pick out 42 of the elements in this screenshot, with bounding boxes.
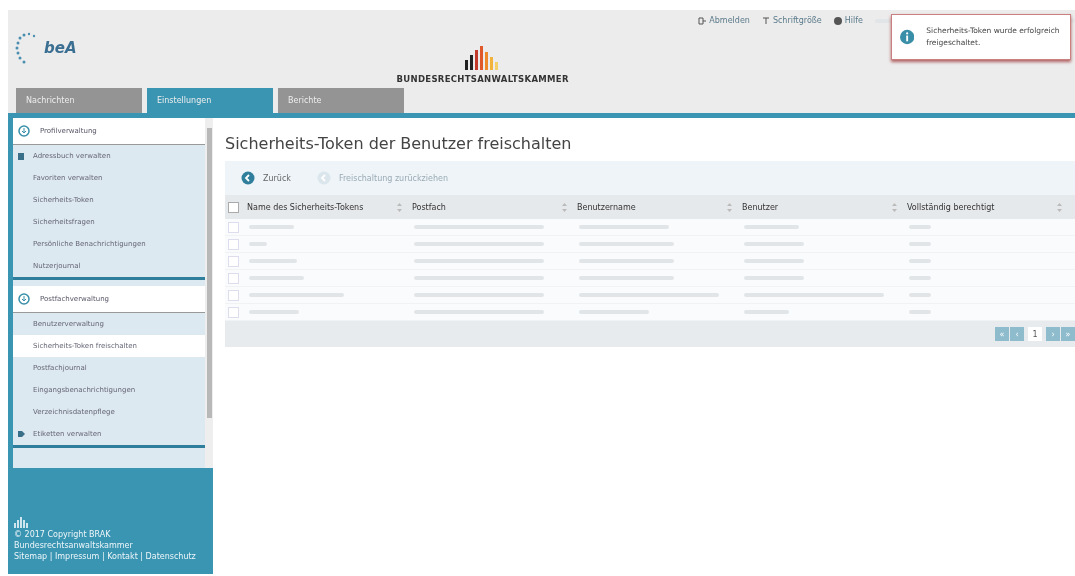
header-link[interactable]: Abmelden [698, 16, 750, 25]
exit-icon [698, 16, 707, 25]
book-icon [18, 152, 24, 160]
bea-logo: beA [8, 10, 77, 68]
footer-text: © 2017 Copyright BRAK [14, 530, 112, 539]
back-icon [316, 171, 331, 185]
scrollbar[interactable] [205, 118, 213, 468]
column-header[interactable]: Name des Sicherheits-Tokens [245, 202, 410, 212]
page-title: Sicherheits-Token der Benutzer freischalten [225, 134, 573, 153]
row-checkbox[interactable] [228, 221, 239, 233]
column-header[interactable]: Vollständig berechtigt [905, 202, 1070, 212]
nav-tab[interactable]: Nachrichten [16, 88, 142, 113]
chamber-name: BUNDESRECHTSANWALTSKAMMER [396, 74, 569, 84]
tag-icon [18, 431, 25, 437]
nav-tab[interactable]: Berichte [278, 88, 404, 113]
row-checkbox[interactable] [228, 306, 239, 318]
toolbar-button[interactable]: Zurück [235, 170, 297, 186]
sort-icon [562, 202, 567, 212]
column-header[interactable]: Benutzer [740, 202, 905, 212]
collapse-icon [18, 293, 30, 305]
footer-text: Sitemap | Impressum | Kontakt | Datenschutz [14, 552, 197, 561]
row-checkbox[interactable] [228, 238, 239, 250]
nav-tab[interactable]: Einstellungen [147, 88, 273, 113]
header-link[interactable]: Hilfe [833, 16, 863, 25]
pagination-button[interactable]: 1 [1028, 327, 1042, 341]
column-header[interactable]: Benutzername [575, 202, 740, 212]
column-header[interactable]: Postfach [410, 202, 575, 212]
row-checkbox[interactable] [228, 255, 239, 267]
select-all-checkbox[interactable] [228, 201, 239, 213]
header-link[interactable]: Schriftgröße [761, 16, 822, 25]
sort-icon [892, 202, 897, 212]
row-checkbox[interactable] [228, 289, 239, 301]
sort-icon [1057, 202, 1062, 212]
info-icon [900, 27, 915, 47]
back-icon [241, 171, 255, 185]
row-checkbox[interactable] [228, 272, 239, 284]
sort-icon [727, 202, 732, 212]
collapse-icon [18, 125, 30, 137]
footer-text: Bundesrechtsanwaltskammer [14, 541, 134, 550]
font-size-icon [761, 16, 770, 25]
sort-icon [397, 202, 402, 212]
logo-icon [14, 516, 28, 528]
